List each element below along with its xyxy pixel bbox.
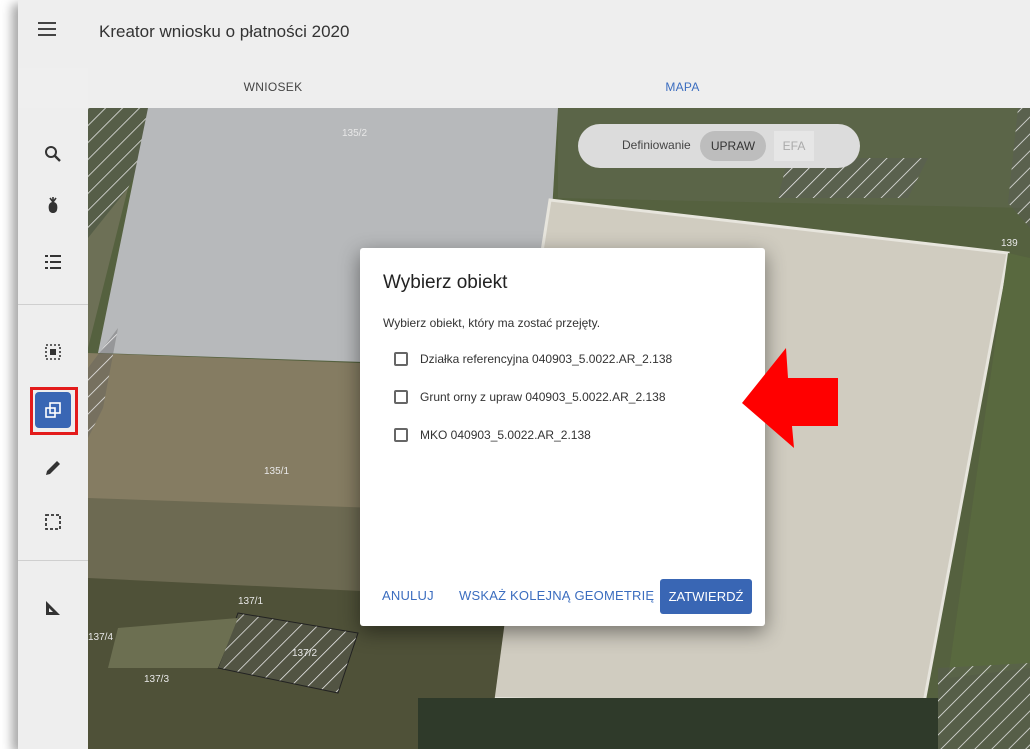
search-tool[interactable]	[35, 136, 71, 172]
parcel-label: 139	[1001, 238, 1018, 249]
parcel-label: 137/1	[238, 596, 264, 607]
next-geometry-button[interactable]: WSKAŻ KOLEJNĄ GEOMETRIĘ	[459, 588, 654, 603]
search-icon	[45, 146, 61, 162]
copy-geometry-tool[interactable]	[30, 387, 78, 435]
option-label: MKO 040903_5.0022.AR_2.138	[420, 428, 591, 442]
checkbox[interactable]	[394, 428, 408, 442]
parcel-label: 137/3	[144, 674, 170, 685]
highlight-box	[30, 387, 78, 435]
edit-tool[interactable]	[35, 450, 71, 486]
tab-wniosek[interactable]: WNIOSEK	[88, 68, 458, 108]
option-mko[interactable]: MKO 040903_5.0022.AR_2.138	[394, 425, 591, 445]
dialog-subtitle: Wybierz obiekt, który ma zostać przejęty…	[383, 316, 601, 330]
crop-tool[interactable]	[35, 188, 71, 224]
sidebar-divider	[18, 560, 88, 561]
list-icon	[45, 255, 61, 269]
measure-tool[interactable]	[35, 590, 71, 626]
cancel-button[interactable]: ANULUJ	[382, 588, 434, 603]
crop-icon	[48, 197, 58, 213]
option-label: Działka referencyjna 040903_5.0022.AR_2.…	[420, 352, 673, 366]
red-arrow-icon	[742, 348, 838, 448]
definition-mode-toggle: Definiowanie UPRAW EFA	[578, 124, 860, 168]
measure-icon	[46, 601, 60, 615]
parcel-label: 137/4	[88, 632, 114, 643]
pencil-icon	[46, 461, 60, 475]
toggle-label: Definiowanie	[622, 138, 691, 152]
option-label: Grunt orny z upraw 040903_5.0022.AR_2.13…	[420, 390, 666, 404]
tab-bar: WNIOSEK MAPA	[88, 68, 1030, 110]
rectangle-select-icon	[45, 514, 61, 530]
app-title: Kreator wniosku o płatności 2020	[99, 22, 350, 41]
parcel-label: 137/2	[292, 648, 318, 659]
select-object-dialog: Wybierz obiekt Wybierz obiekt, który ma …	[360, 248, 765, 626]
top-bar: Kreator wniosku o płatności 2020	[18, 0, 1030, 68]
select-area-tool[interactable]	[35, 334, 71, 370]
rectangle-select-tool[interactable]	[35, 504, 71, 540]
sidebar-divider	[18, 304, 88, 305]
option-grunt-orny[interactable]: Grunt orny z upraw 040903_5.0022.AR_2.13…	[394, 387, 666, 407]
toggle-upraw[interactable]: UPRAW	[700, 131, 766, 161]
checkbox[interactable]	[394, 390, 408, 404]
select-area-icon	[45, 344, 61, 360]
dialog-title: Wybierz obiekt	[383, 272, 508, 293]
confirm-button[interactable]: ZATWIERDŹ	[660, 579, 752, 614]
list-tool[interactable]	[35, 244, 71, 280]
tab-mapa[interactable]: MAPA	[460, 68, 905, 110]
checkbox[interactable]	[394, 352, 408, 366]
parcel-label: 135/1	[264, 466, 290, 477]
menu-icon[interactable]	[38, 22, 56, 36]
option-dzialka-referencyjna[interactable]: Działka referencyjna 040903_5.0022.AR_2.…	[394, 349, 672, 369]
parcel-label: 135/2	[342, 128, 368, 139]
tool-sidebar	[18, 108, 88, 749]
toggle-efa[interactable]: EFA	[774, 131, 814, 161]
